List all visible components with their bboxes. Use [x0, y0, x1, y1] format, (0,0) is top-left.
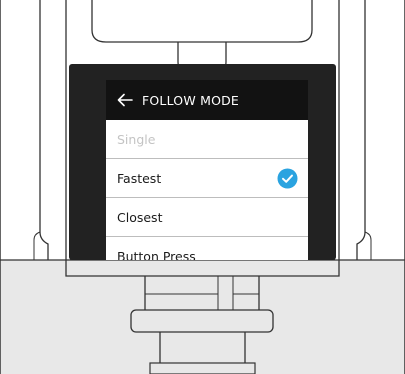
checkmark-circle-icon [277, 168, 298, 189]
option-closest[interactable]: Closest [106, 198, 308, 237]
device-screen: FOLLOW MODE Single Fastest Closest Butto… [106, 80, 308, 260]
option-single[interactable]: Single [106, 120, 308, 159]
device-illustration: FOLLOW MODE Single Fastest Closest Butto… [0, 0, 405, 374]
option-fastest[interactable]: Fastest [106, 159, 308, 198]
option-label: Single [117, 131, 156, 147]
option-label: Fastest [117, 170, 162, 186]
option-label: Button Press [117, 248, 196, 261]
arrow-left-icon[interactable] [108, 80, 142, 120]
screen-header: FOLLOW MODE [106, 80, 308, 120]
option-label: Closest [117, 209, 163, 225]
option-button-press[interactable]: Button Press [106, 237, 308, 261]
screen-title: FOLLOW MODE [142, 92, 240, 108]
